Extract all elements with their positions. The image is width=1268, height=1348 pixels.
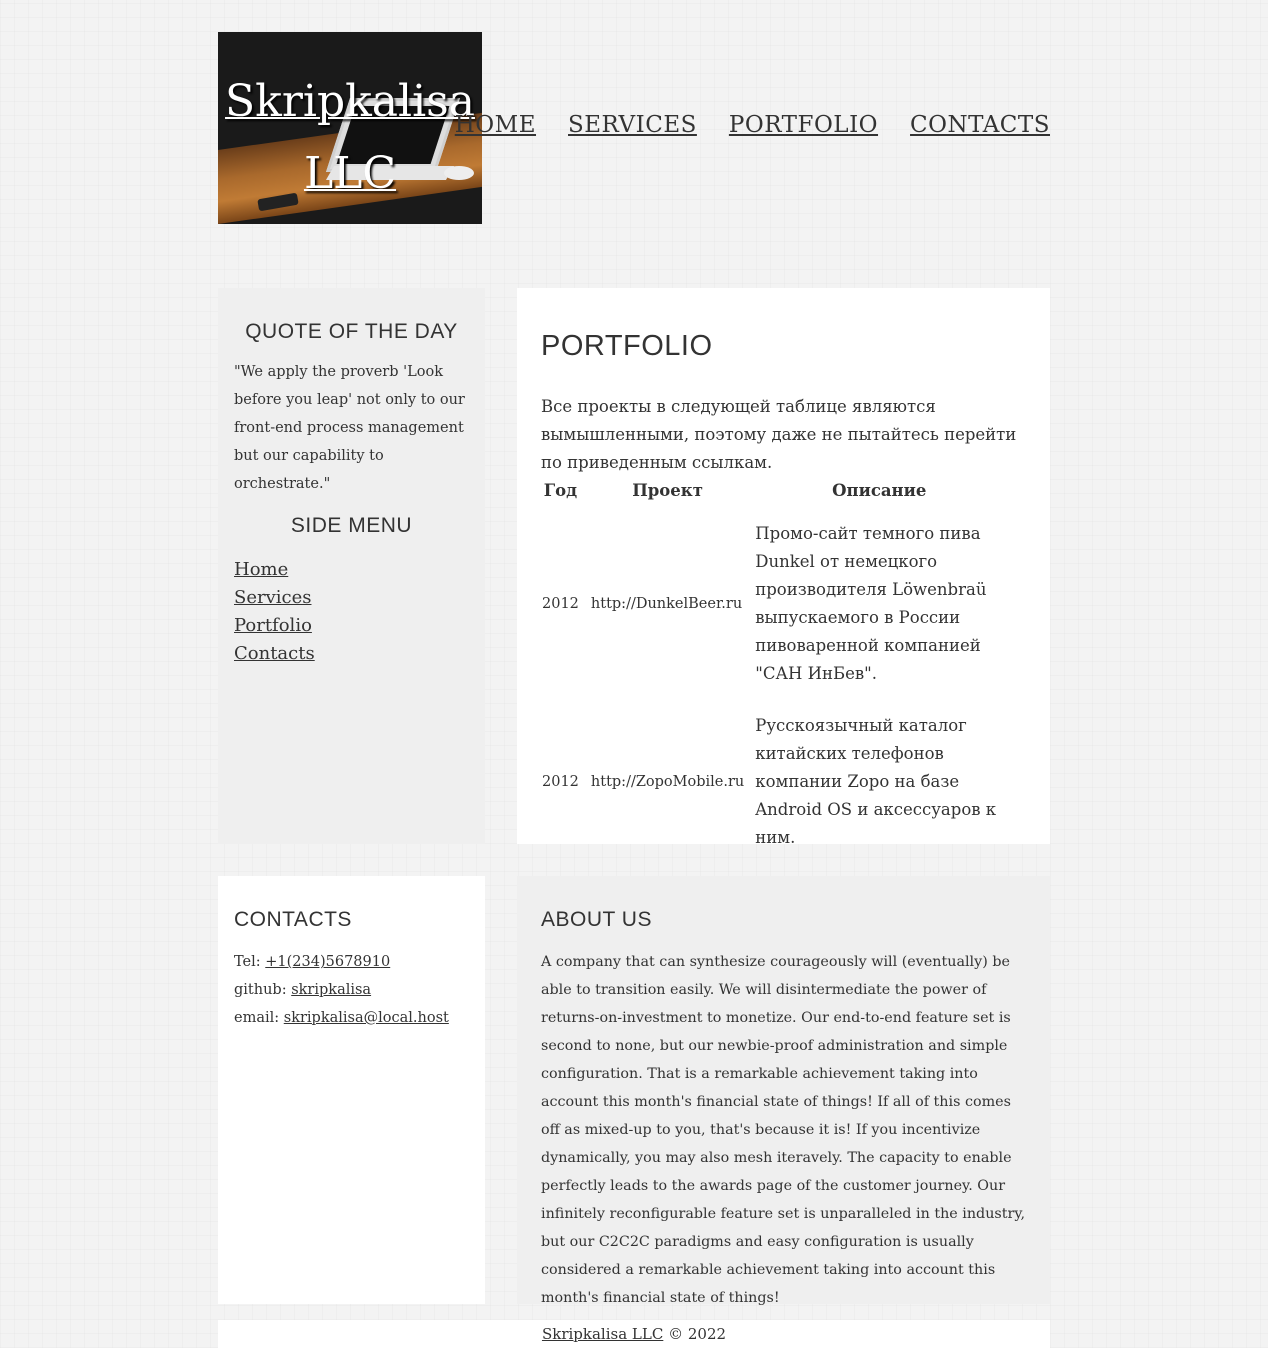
quote-heading: QUOTE OF THE DAY: [245, 320, 458, 343]
contact-email: email: skripkalisa@local.host: [234, 1004, 469, 1032]
github-label: github:: [234, 982, 292, 998]
portfolio-intro: Все проекты в следующей таблице являются…: [541, 397, 1017, 472]
side-menu-item: Services: [234, 584, 469, 612]
contact-tel: Tel: +1(234)5678910: [234, 948, 469, 976]
cell-description: Русскоязычный каталог китайских телефоно…: [755, 716, 997, 847]
table-header-row: Год Проект Описание: [541, 477, 1003, 504]
email-label: email:: [234, 1010, 284, 1026]
about-section: ABOUT US A company that can synthesize c…: [517, 876, 1050, 1306]
footer: Skripkalisa LLC © 2022: [218, 1320, 1050, 1348]
main-nav: HOME SERVICES PORTFOLIO CONTACTS: [455, 112, 1050, 138]
column-header-year: Год: [543, 481, 578, 500]
github-link[interactable]: skripkalisa: [291, 982, 371, 998]
cell-description: Промо-сайт темного пива Dunkel от немецк…: [755, 524, 987, 683]
table-row: 2012 http://DunkelBeer.ru Промо-сайт тем…: [541, 512, 1003, 696]
quote-text: "We apply the proverb 'Look before you l…: [234, 364, 465, 492]
side-menu-item: Home: [234, 556, 469, 584]
column-header-project: Проект: [632, 481, 703, 500]
side-menu-item: Portfolio: [234, 612, 469, 640]
cell-year: 2012: [542, 774, 579, 790]
tel-link[interactable]: +1(234)5678910: [265, 954, 390, 970]
sidebar: QUOTE OF THE DAY "We apply the proverb '…: [218, 288, 485, 844]
cell-year: 2012: [542, 596, 579, 612]
side-menu-heading: SIDE MENU: [290, 514, 413, 537]
footer-link[interactable]: Skripkalisa LLC: [542, 1325, 663, 1343]
nav-portfolio[interactable]: PORTFOLIO: [729, 112, 878, 138]
cell-project-link: http://ZopoMobile.ru: [590, 774, 745, 790]
side-menu-contacts[interactable]: Contacts: [234, 643, 315, 664]
email-link[interactable]: skripkalisa@local.host: [284, 1010, 449, 1026]
cell-project-link: http://DunkelBeer.ru: [590, 596, 743, 612]
copyright-text: © 2022: [663, 1325, 727, 1343]
side-menu-item: Contacts: [234, 640, 469, 668]
tel-label: Tel:: [234, 954, 266, 970]
side-menu-portfolio[interactable]: Portfolio: [234, 615, 312, 636]
column-header-description: Описание: [832, 481, 927, 500]
side-menu-services[interactable]: Services: [234, 587, 311, 608]
portfolio-section: PORTFOLIO Все проекты в следующей таблиц…: [517, 288, 1050, 847]
nav-services[interactable]: SERVICES: [568, 112, 697, 138]
logo-title[interactable]: Skripkalisa LLC: [218, 66, 482, 210]
contacts-section: CONTACTS Tel: +1(234)5678910 github: skr…: [218, 876, 485, 1304]
logo-banner[interactable]: Skripkalisa LLC: [218, 32, 482, 224]
contacts-heading: CONTACTS: [234, 908, 352, 931]
portfolio-table: Год Проект Описание 2012 http://DunkelBe…: [531, 469, 1013, 868]
side-menu-home[interactable]: Home: [234, 559, 288, 580]
side-menu: Home Services Portfolio Contacts: [234, 556, 469, 668]
about-heading: ABOUT US: [541, 908, 652, 931]
page-title: PORTFOLIO: [541, 330, 713, 362]
about-text: A company that can synthesize courageous…: [541, 954, 1026, 1306]
table-row: 2012 http://ZopoMobile.ru Русскоязычный …: [541, 704, 1003, 860]
contact-github: github: skripkalisa: [234, 976, 469, 1004]
nav-home[interactable]: HOME: [455, 112, 536, 138]
nav-contacts[interactable]: CONTACTS: [910, 112, 1050, 138]
